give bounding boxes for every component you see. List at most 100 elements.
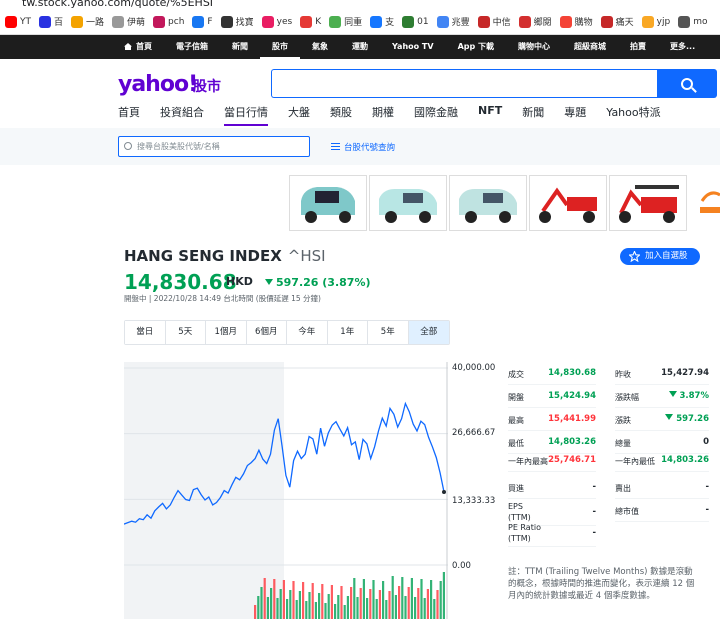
ad-item[interactable] xyxy=(529,175,607,231)
top-nav-item[interactable]: 更多... xyxy=(658,35,707,59)
ad-item[interactable] xyxy=(369,175,447,231)
volume-bar xyxy=(388,591,391,619)
quote-change-value: 597.26 (3.87%) xyxy=(276,276,371,289)
sub-nav-item[interactable]: 專題 xyxy=(564,104,586,126)
range-tab[interactable]: 6個月 xyxy=(246,321,287,344)
range-tab[interactable]: 全部 xyxy=(408,321,449,344)
range-tab[interactable]: 1年 xyxy=(327,321,368,344)
search-input[interactable] xyxy=(271,69,658,98)
range-tab[interactable]: 5年 xyxy=(368,321,409,344)
top-nav-item[interactable]: 股市 xyxy=(260,35,300,59)
bookmark-item[interactable]: mo xyxy=(675,15,710,28)
bookmark-label: 找寶 xyxy=(235,18,254,28)
top-nav-label: 電子信箱 xyxy=(176,42,208,51)
volume-bar xyxy=(436,590,439,619)
sub-nav-item[interactable]: 期權 xyxy=(372,104,394,126)
yahoo-logo[interactable]: yahoo! xyxy=(118,72,198,97)
bookmark-label: 01 xyxy=(417,16,429,27)
stock-search-input[interactable]: 搜尋台股美股代號/名稱 xyxy=(118,136,310,157)
stat-row: 一年內最低 14,803.26 xyxy=(615,449,709,472)
volume-bar xyxy=(404,596,407,619)
sub-nav-item[interactable]: 新聞 xyxy=(522,104,544,126)
sub-nav-item[interactable]: 首頁 xyxy=(118,104,140,126)
range-tab[interactable]: 今年 xyxy=(287,321,328,344)
bookmark-label: 痛天 xyxy=(615,18,634,28)
top-nav-item[interactable]: 購物中心 xyxy=(506,35,562,59)
bookmark-item[interactable]: 購物 xyxy=(557,15,596,28)
stat-value: 14,803.26 xyxy=(661,455,709,465)
search-icon xyxy=(681,77,693,90)
bookmark-item[interactable]: 中信 xyxy=(475,15,514,28)
volume-bar xyxy=(305,601,308,619)
ttm-note: 註：TTM (Trailing Twelve Months) 數據是滾動的概念，… xyxy=(508,567,695,601)
ad-item[interactable] xyxy=(289,175,367,231)
bookmark-item[interactable]: YT xyxy=(2,15,34,28)
bookmark-item[interactable]: 鄉閱 xyxy=(516,15,555,28)
bookmark-item[interactable]: F xyxy=(189,15,215,28)
sub-nav-item[interactable]: Yahoo特派 xyxy=(606,104,660,126)
bookmark-item[interactable]: 伊萌 xyxy=(109,15,148,28)
top-nav-item[interactable]: Yahoo TV xyxy=(380,35,446,59)
sub-nav-item[interactable]: 當日行情 xyxy=(224,104,268,126)
add-to-watchlist-button[interactable]: 加入自選股 xyxy=(620,248,700,265)
volume-bar xyxy=(378,590,381,619)
bookmark-item[interactable]: 兆豐 xyxy=(434,15,473,28)
top-nav-item[interactable]: 新聞 xyxy=(220,35,260,59)
bookmark-item[interactable]: 痛天 xyxy=(598,15,637,28)
top-nav-item[interactable]: 拍賣 xyxy=(618,35,658,59)
y-tick-label: 0.00 xyxy=(452,561,471,571)
volume-bar xyxy=(318,593,321,619)
range-tab[interactable]: 5天 xyxy=(165,321,206,344)
volume-bar xyxy=(423,598,426,619)
top-nav-item[interactable]: 氣象 xyxy=(300,35,340,59)
bookmark-item[interactable]: yes xyxy=(259,15,296,28)
volume-bar xyxy=(375,599,378,619)
bookmark-item[interactable]: yjp xyxy=(639,15,674,28)
bookmark-label: YT xyxy=(20,16,31,27)
stat-row: 賣出 - xyxy=(615,476,709,499)
logo-subtitle[interactable]: 股市 xyxy=(193,76,221,96)
ad-carousel xyxy=(289,175,687,231)
sub-nav-item[interactable]: 投資組合 xyxy=(160,104,204,126)
search-button[interactable] xyxy=(657,69,717,98)
quote-symbol: ^HSI xyxy=(287,247,326,265)
ad-item[interactable] xyxy=(449,175,527,231)
stock-code-lookup-link[interactable]: 台股代號查詢 xyxy=(331,141,395,153)
bookmark-item[interactable]: 一路 xyxy=(68,15,107,28)
stat-value-text: - xyxy=(592,507,596,517)
range-tab[interactable]: 當日 xyxy=(125,321,166,344)
ad-item[interactable] xyxy=(609,175,687,231)
top-nav-item[interactable]: 運動 xyxy=(340,35,380,59)
price-chart[interactable] xyxy=(124,362,448,619)
sub-nav-item[interactable]: 類股 xyxy=(330,104,352,126)
volume-bar xyxy=(260,587,263,619)
bookmark-item[interactable]: 01 xyxy=(399,15,431,28)
tricycle-image xyxy=(619,185,679,223)
sub-nav-item[interactable]: 國際金融 xyxy=(414,104,458,126)
quote-title: HANG SENG INDEX ^HSI xyxy=(124,247,326,265)
bookmark-item[interactable]: 支 xyxy=(367,15,397,28)
stat-value-text: - xyxy=(705,505,709,515)
bookmark-item[interactable]: 找寶 xyxy=(218,15,257,28)
bookmark-favicon-icon xyxy=(559,15,572,28)
bookmark-item[interactable]: pch xyxy=(150,15,187,28)
bookmark-label: 中信 xyxy=(492,18,511,28)
stat-value: - xyxy=(705,482,709,492)
ad-brand-logo[interactable] xyxy=(698,187,720,217)
sub-nav-item[interactable]: 大盤 xyxy=(288,104,310,126)
bookmark-item[interactable]: 百 xyxy=(36,15,66,28)
volume-bar xyxy=(346,596,349,619)
stat-value-text: 14,803.26 xyxy=(548,437,596,447)
range-tab[interactable]: 1個月 xyxy=(206,321,247,344)
top-nav-item[interactable]: App 下載 xyxy=(446,35,506,59)
top-nav-item[interactable]: 首頁 xyxy=(112,35,164,59)
stat-label: 一年內最高 xyxy=(508,457,548,466)
top-nav-label: 新聞 xyxy=(232,42,248,51)
bookmark-item[interactable]: K xyxy=(297,15,324,28)
address-bar[interactable]: tw.stock.yahoo.com/quote/%5EHSI xyxy=(0,0,720,9)
stat-value: 15,427.94 xyxy=(661,368,709,378)
sub-nav-item[interactable]: NFT xyxy=(478,104,502,126)
top-nav-item[interactable]: 超級商城 xyxy=(562,35,618,59)
bookmark-item[interactable]: 同重 xyxy=(326,15,365,28)
top-nav-item[interactable]: 電子信箱 xyxy=(164,35,220,59)
